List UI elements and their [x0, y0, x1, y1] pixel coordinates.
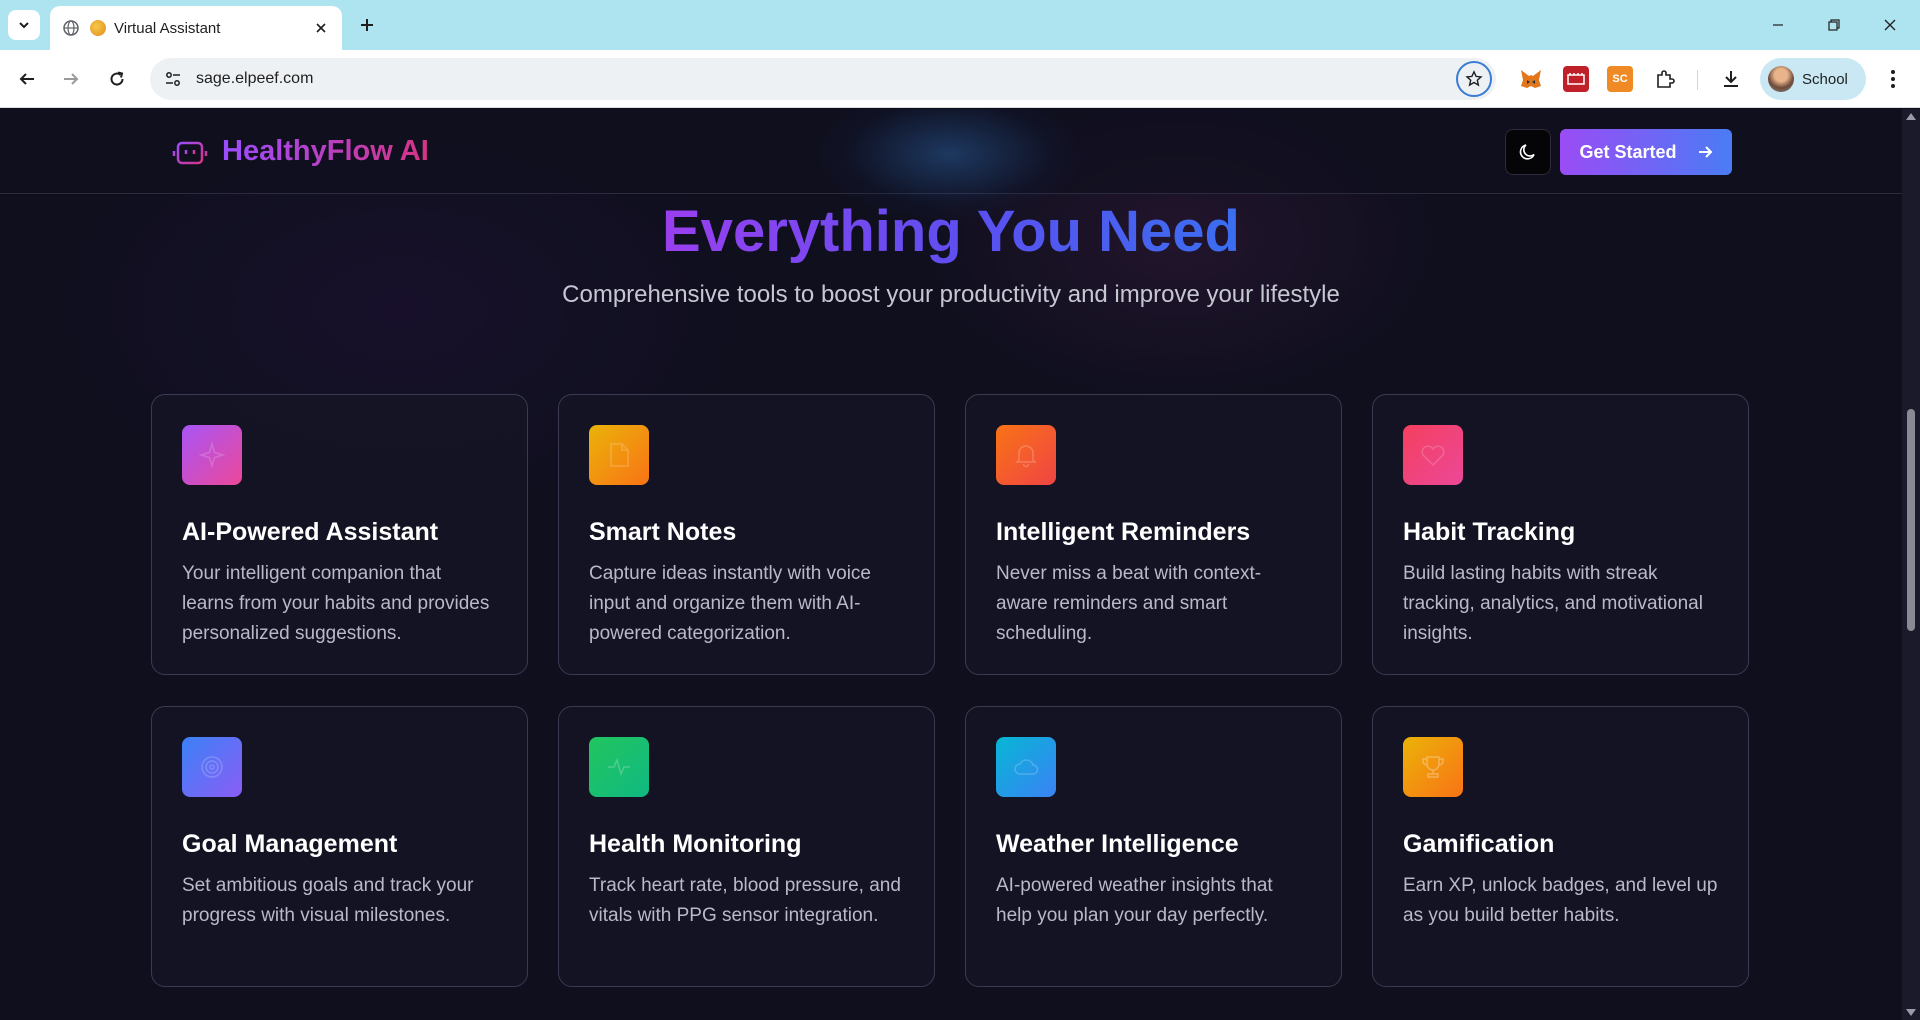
scroll-down-icon[interactable] [1906, 1009, 1916, 1016]
feature-icon-tile [589, 425, 649, 485]
extensions-puzzle-icon[interactable] [1652, 66, 1678, 92]
site-settings-icon[interactable] [162, 68, 184, 90]
close-icon [1884, 19, 1896, 31]
browser-toolbar: sage.elpeef.com SC School [0, 50, 1920, 108]
avatar [1768, 66, 1794, 92]
feature-icon-tile [1403, 737, 1463, 797]
feature-title: Habit Tracking [1403, 518, 1576, 546]
scrollbar-thumb[interactable] [1907, 409, 1915, 631]
get-started-label: Get Started [1579, 141, 1677, 162]
feature-card: Smart Notes Capture ideas instantly with… [558, 394, 935, 675]
feature-title: AI-Powered Assistant [182, 518, 439, 546]
forward-button[interactable] [56, 64, 86, 94]
feature-title: Intelligent Reminders [996, 518, 1251, 546]
brand[interactable]: HealthyFlow AI [172, 133, 429, 169]
feature-description: Your intelligent companion that learns f… [182, 563, 490, 644]
favicon-icon [90, 20, 106, 36]
feature-description: Set ambitious goals and track your progr… [182, 875, 474, 926]
section-subtitle: Comprehensive tools to boost your produc… [562, 281, 1340, 308]
features-grid: AI-Powered Assistant Your intelligent co… [151, 394, 1751, 987]
feature-description: Never miss a beat with context-aware rem… [996, 563, 1262, 644]
feature-description: Build lasting habits with streak trackin… [1403, 563, 1703, 644]
arrow-left-icon [19, 73, 34, 85]
activity-icon [608, 757, 630, 777]
feature-card: AI-Powered Assistant Your intelligent co… [151, 394, 528, 675]
feature-card: Intelligent Reminders Never miss a beat … [965, 394, 1342, 675]
red-extension-icon[interactable] [1563, 66, 1589, 92]
chevron-down-icon [19, 22, 29, 29]
bot-icon [172, 137, 208, 165]
bell-icon [1015, 445, 1037, 468]
feature-description: Track heart rate, blood pressure, and vi… [589, 875, 901, 926]
toolbar-divider [1697, 70, 1698, 90]
feature-title: Weather Intelligence [996, 830, 1239, 858]
browser-tab[interactable]: Virtual Assistant [50, 6, 342, 50]
section-title: Everything You Need [662, 199, 1240, 264]
profile-button[interactable]: School [1760, 58, 1866, 100]
plus-icon [361, 19, 373, 31]
note-icon [610, 443, 629, 467]
new-tab-button[interactable] [354, 12, 380, 38]
close-tab-icon[interactable] [312, 19, 330, 37]
feature-card: Weather Intelligence AI-powered weather … [965, 706, 1342, 987]
reload-icon [110, 71, 124, 86]
feature-icon-tile [996, 425, 1056, 485]
browser-menu-icon[interactable] [1880, 66, 1906, 92]
feature-title: Health Monitoring [589, 830, 802, 858]
profile-name: School [1802, 70, 1848, 88]
feature-card: Goal Management Set ambitious goals and … [151, 706, 528, 987]
feature-icon-tile [1403, 425, 1463, 485]
arrow-right-icon [64, 73, 79, 85]
target-icon [201, 756, 223, 778]
back-button[interactable] [12, 64, 42, 94]
page-scrollbar[interactable] [1902, 109, 1920, 1020]
minimize-button[interactable] [1760, 10, 1796, 40]
arrow-right-icon [1697, 144, 1713, 160]
trophy-icon [1422, 756, 1444, 778]
site-header: HealthyFlow AI Get Started [0, 109, 1902, 219]
url-text[interactable]: sage.elpeef.com [196, 70, 1456, 88]
feature-description: Capture ideas instantly with voice input… [589, 563, 871, 644]
feature-icon-tile [182, 737, 242, 797]
restore-icon [1828, 19, 1840, 31]
address-bar[interactable]: sage.elpeef.com [150, 58, 1496, 100]
tab-title: Virtual Assistant [114, 19, 221, 37]
feature-title: Smart Notes [589, 518, 737, 546]
sc-extension-icon[interactable]: SC [1607, 66, 1633, 92]
feature-title: Goal Management [182, 830, 398, 858]
feature-icon-tile [589, 737, 649, 797]
moon-icon [1519, 144, 1535, 160]
feature-description: AI-powered weather insights that help yo… [996, 875, 1273, 926]
tab-strip: Virtual Assistant [0, 0, 1920, 50]
page-viewport: HealthyFlow AI Get Started Everything Yo… [0, 109, 1902, 1020]
feature-card: Health Monitoring Track heart rate, bloo… [558, 706, 935, 987]
feature-icon-tile [182, 425, 242, 485]
feature-card: Gamification Earn XP, unlock badges, and… [1372, 706, 1749, 987]
get-started-button[interactable]: Get Started [1560, 129, 1732, 175]
feature-card: Habit Tracking Build lasting habits with… [1372, 394, 1749, 675]
bookmark-star-icon[interactable] [1456, 61, 1492, 97]
cloud-icon [1014, 759, 1039, 775]
minimize-icon [1773, 24, 1783, 26]
scroll-up-icon[interactable] [1906, 113, 1916, 120]
feature-icon-tile [996, 737, 1056, 797]
tab-search-button[interactable] [8, 10, 40, 40]
feature-description: Earn XP, unlock badges, and level up as … [1403, 875, 1718, 926]
brand-name: HealthyFlow AI [222, 134, 429, 167]
globe-icon [63, 20, 79, 36]
sparkles-icon [198, 441, 226, 469]
downloads-icon[interactable] [1718, 66, 1744, 92]
close-window-button[interactable] [1872, 10, 1908, 40]
restore-button[interactable] [1816, 10, 1852, 40]
sc-extension-label: SC [1612, 73, 1628, 85]
section-heading: Everything You Need [0, 199, 1902, 266]
theme-toggle-button[interactable] [1505, 129, 1551, 175]
feature-title: Gamification [1403, 830, 1555, 858]
heart-icon [1421, 445, 1445, 467]
reload-button[interactable] [102, 64, 132, 94]
metamask-fox-icon[interactable] [1518, 66, 1544, 92]
